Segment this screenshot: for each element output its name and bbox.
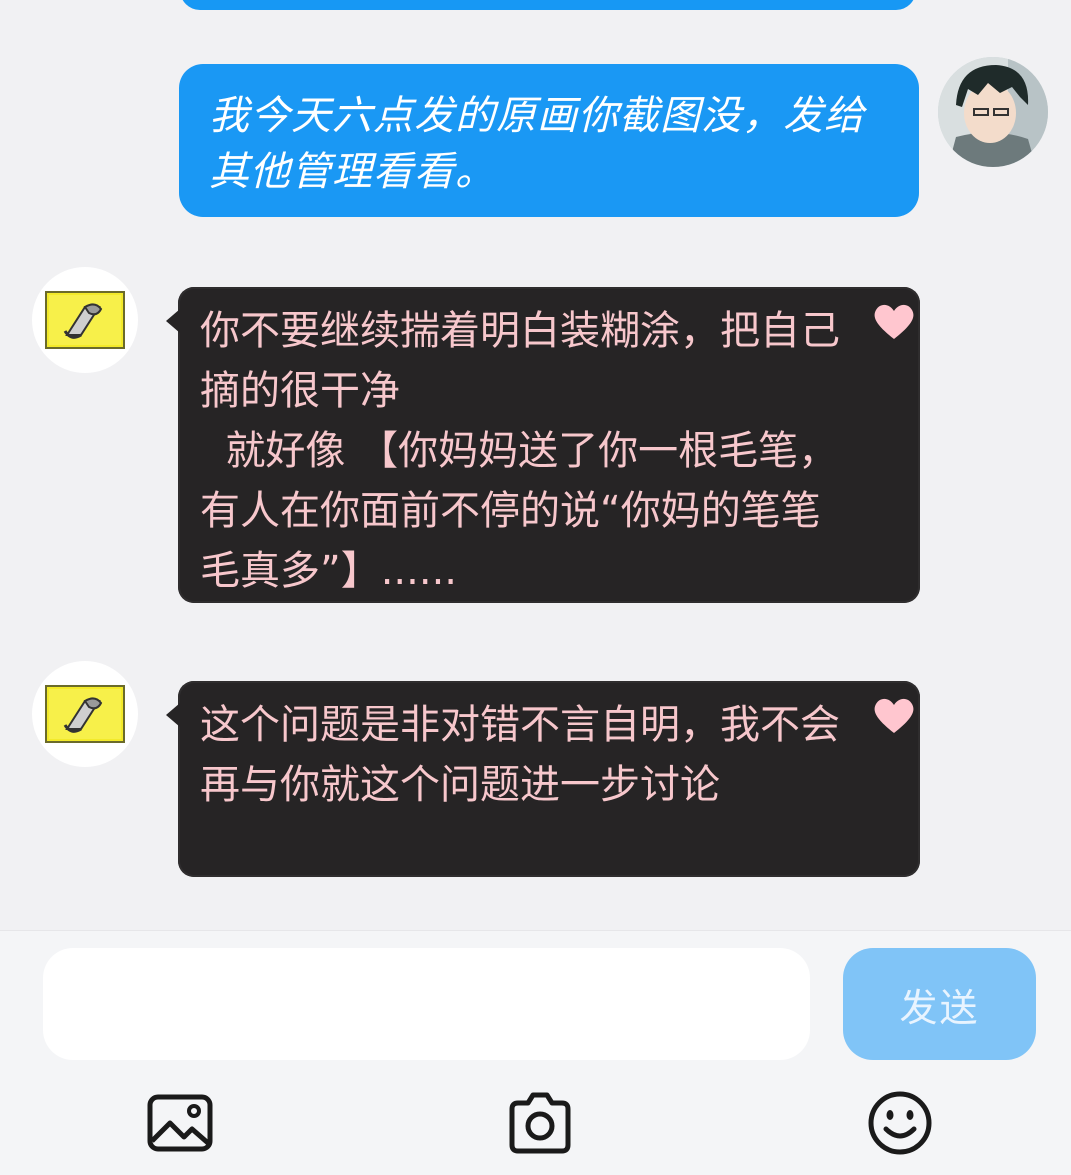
outgoing-message-bubble[interactable]: 我今天六点发的原画你截图没，发给其他管理看看。 [179,64,919,217]
avatar[interactable] [32,661,138,767]
message-input[interactable] [43,948,810,1060]
incoming-message-bubble[interactable]: 你不要继续揣着明白装糊涂，把自己摘的很干净 就好像 【你妈妈送了你一根毛笔，有人… [166,287,920,603]
emoji-icon[interactable] [864,1087,936,1159]
heart-icon[interactable] [872,695,916,735]
contact-avatar-icon [45,685,125,743]
composer-bar: 发送 [0,930,1071,1175]
image-icon[interactable] [144,1087,216,1159]
camera-icon[interactable] [504,1087,576,1159]
incoming-message-bubble[interactable]: 这个问题是非对错不言自明，我不会再与你就这个问题进一步讨论 [166,681,920,877]
send-button[interactable]: 发送 [843,948,1036,1060]
message-text: 我今天六点发的原画你截图没，发给其他管理看看。 [209,93,865,195]
previous-message-bubble [180,0,916,10]
chat-message-list[interactable]: 我今天六点发的原画你截图没，发给其他管理看看。 你不要继续揣着明白装糊涂，把自己… [0,0,1071,930]
message-text: 这个问题是非对错不言自明，我不会再与你就这个问题进一步讨论 [200,702,840,808]
avatar[interactable] [32,267,138,373]
avatar[interactable] [938,57,1048,167]
heart-icon[interactable] [872,301,916,341]
contact-avatar-icon [45,291,125,349]
message-text: 你不要继续揣着明白装糊涂，把自己摘的很干净 就好像 【你妈妈送了你一根毛笔，有人… [200,308,840,594]
user-avatar-image [938,57,1048,167]
